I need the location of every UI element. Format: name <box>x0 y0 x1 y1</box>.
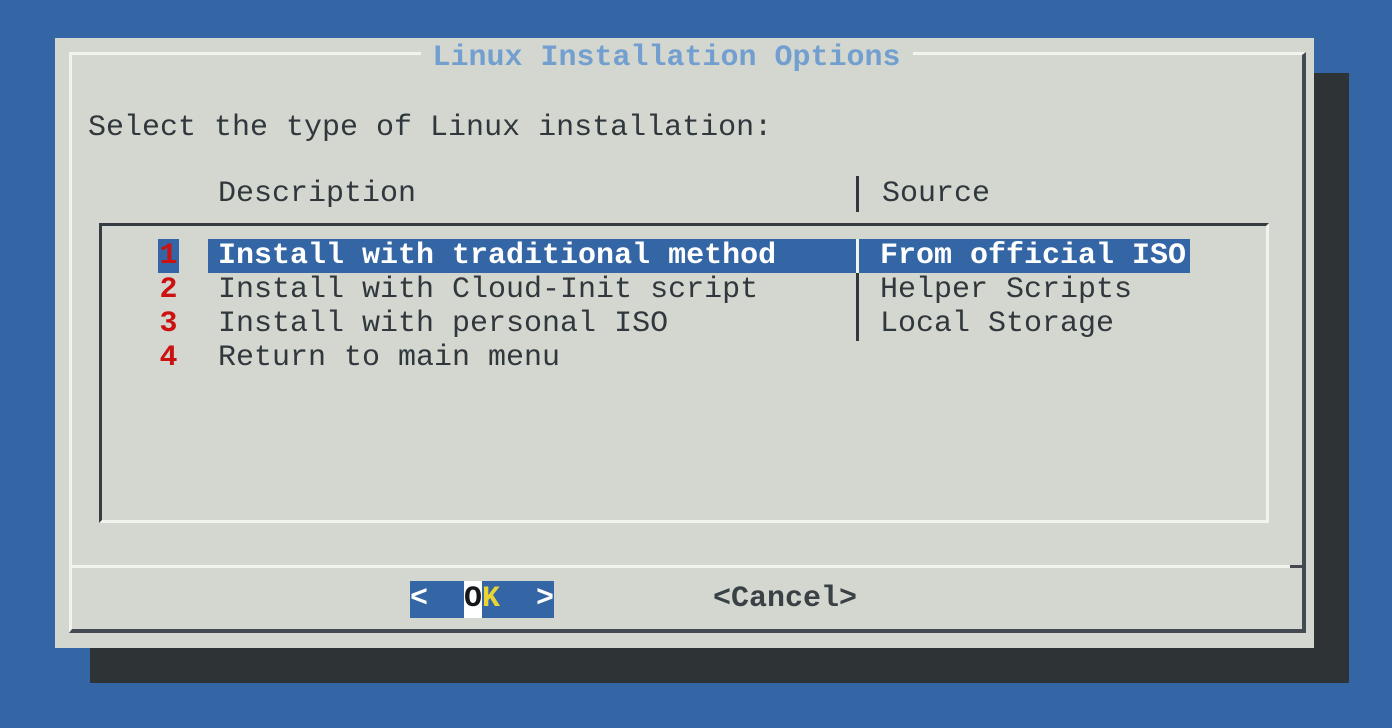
column-header-description: Description <box>218 177 416 211</box>
menu-item-source: Local Storage <box>880 307 1114 341</box>
row-column-separator <box>856 273 859 307</box>
menu-item-source: Helper Scripts <box>880 273 1132 307</box>
menu-item-tag: 2 <box>158 273 179 307</box>
dialog-window: Linux Installation Options Select the ty… <box>55 38 1314 648</box>
menu-listbox: 1 Install with traditional method From o… <box>99 223 1269 523</box>
ok-hotkey-cursor: O <box>464 581 482 618</box>
cancel-button[interactable]: <Cancel> <box>713 581 857 618</box>
menu-item-description: Install with traditional method <box>218 239 776 273</box>
row-column-separator <box>856 239 859 273</box>
dialog-title: Linux Installation Options <box>420 41 912 75</box>
menu-item-row-2[interactable]: 2 Install with Cloud-Init script Helper … <box>102 273 1266 307</box>
menu-item-source: From official ISO <box>880 239 1186 273</box>
row-column-separator <box>856 307 859 341</box>
header-column-separator <box>856 176 859 212</box>
column-header-source: Source <box>882 177 990 211</box>
menu-item-row-1[interactable]: 1 Install with traditional method From o… <box>102 239 1266 273</box>
menu-item-row-3[interactable]: 3 Install with personal ISO Local Storag… <box>102 307 1266 341</box>
menu-item-description: Install with personal ISO <box>218 307 668 341</box>
menu-item-row-4[interactable]: 4 Return to main menu <box>102 341 1266 375</box>
ok-button[interactable]: < O K > <box>410 581 554 618</box>
menu-item-highlight: Install with traditional method From off… <box>208 239 1190 273</box>
button-area-separator-end <box>1290 565 1306 568</box>
ok-hotkey-rest: K <box>482 581 500 618</box>
menu-item-description: Install with Cloud-Init script <box>218 273 758 307</box>
menu-item-tag: 3 <box>158 307 179 341</box>
button-area-separator <box>69 565 1306 568</box>
menu-item-tag: 1 <box>158 239 179 273</box>
terminal-screen: Linux Installation Options Select the ty… <box>0 0 1392 728</box>
dialog-message: Select the type of Linux installation: <box>88 111 772 145</box>
ok-close-bracket: > <box>536 581 554 618</box>
menu-item-tag: 4 <box>158 341 179 375</box>
ok-open-bracket: < <box>410 581 428 618</box>
menu-item-description: Return to main menu <box>218 341 560 375</box>
